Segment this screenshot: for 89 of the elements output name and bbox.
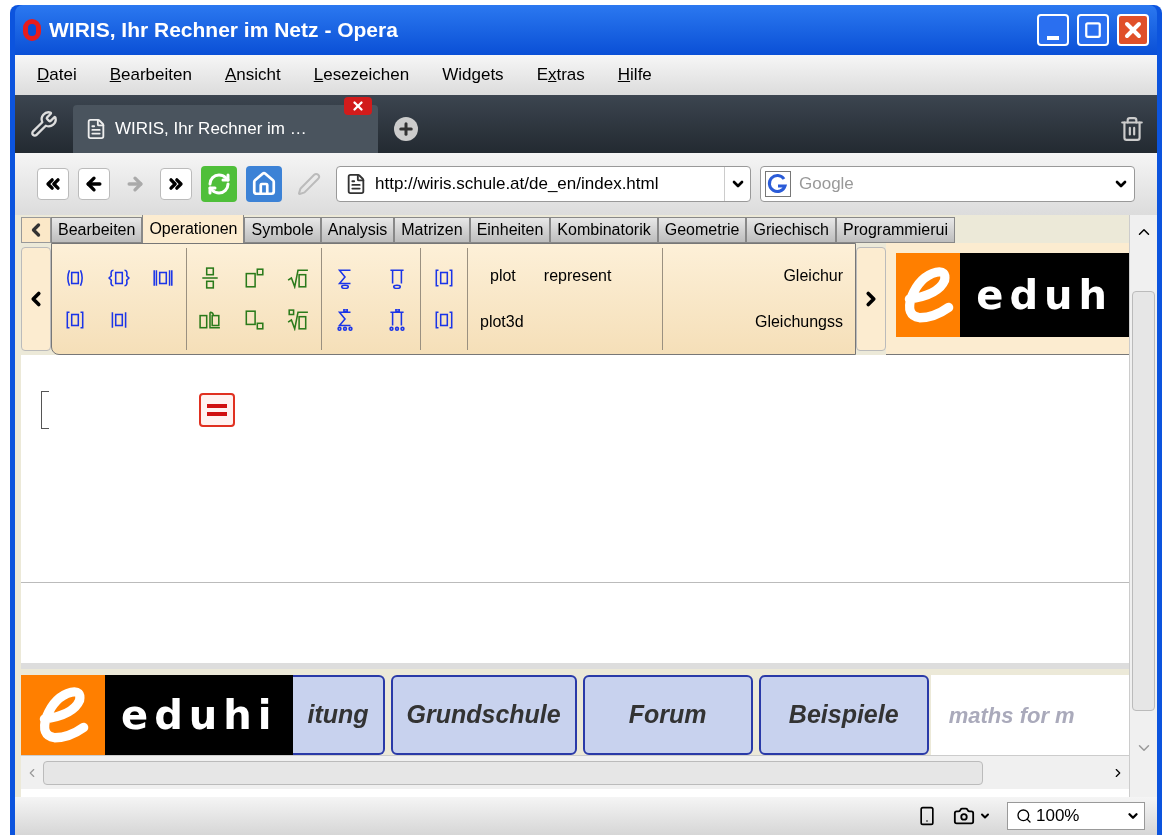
menu-item[interactable]: Lesezeichen (313, 62, 410, 88)
address-field[interactable]: http://wiris.schule.at/de_en/index.html (336, 166, 751, 202)
maximize-button[interactable] (1077, 14, 1109, 46)
div-template-icon[interactable] (199, 309, 221, 331)
camera-button[interactable] (953, 805, 991, 827)
reload-icon (207, 172, 231, 196)
nav-link[interactable]: Forum (582, 675, 753, 755)
nroot-template-icon[interactable] (287, 309, 309, 331)
formula-tab[interactable]: Analysis (320, 217, 395, 243)
command-button[interactable]: plot3d (480, 310, 524, 334)
pow-template-icon[interactable] (243, 267, 265, 289)
formula-tab[interactable]: Programmierui (836, 217, 955, 243)
logo-text: eduh (976, 275, 1113, 315)
forward-icon (125, 174, 145, 194)
close-icon (351, 99, 365, 113)
camera-icon (953, 805, 975, 827)
search-icon (1016, 808, 1032, 824)
bracket-template-icon[interactable] (64, 309, 86, 331)
command-button[interactable]: plot (490, 264, 516, 288)
opera-logo-icon (23, 19, 41, 41)
formula-tab[interactable]: Symbole (244, 217, 321, 243)
trash-icon (1119, 116, 1145, 142)
prodlim-template-icon[interactable] (386, 309, 408, 331)
home-button[interactable] (246, 166, 282, 202)
home-icon (251, 171, 277, 197)
minimize-button[interactable] (1037, 14, 1069, 46)
browser-tab[interactable]: WIRIS, Ihr Rechner im … (73, 105, 378, 153)
scrollbar-thumb[interactable] (1132, 291, 1155, 711)
formula-tab[interactable]: Operationen (142, 215, 245, 243)
tagline-text: maths for m (948, 701, 1075, 730)
wrench-icon (30, 110, 58, 138)
equals-icon (206, 402, 228, 418)
scrollbar-thumb[interactable] (43, 760, 983, 785)
formula-tab[interactable]: Bearbeiten (51, 217, 143, 243)
search-input[interactable]: Google (799, 171, 1100, 197)
minimize-icon (1047, 36, 1059, 40)
formula-tab[interactable]: Matrizen (394, 217, 470, 243)
scroll-left-button[interactable] (21, 247, 51, 351)
sumlim-template-icon[interactable] (334, 309, 356, 331)
scroll-right-button[interactable] (856, 247, 886, 351)
device-icon[interactable] (917, 806, 937, 826)
input-cursor-field[interactable] (41, 391, 49, 429)
formula-tab[interactable]: Kombinatorik (550, 217, 658, 243)
menu-item[interactable]: Hilfe (617, 62, 652, 88)
pen-icon (297, 172, 321, 196)
command-button[interactable]: Gleichur (783, 264, 843, 288)
equals-button[interactable] (199, 393, 235, 427)
formula-tab[interactable]: Griechisch (746, 217, 836, 243)
back-icon (84, 174, 104, 194)
tab-title: WIRIS, Ihr Rechner im … (115, 118, 307, 141)
maximize-icon (1084, 21, 1102, 39)
sub-template-icon[interactable] (243, 309, 265, 331)
page-icon (345, 173, 367, 195)
frac-template-icon[interactable] (199, 267, 221, 289)
brace-template-icon[interactable] (108, 267, 130, 289)
sqrt-template-icon[interactable] (287, 267, 309, 289)
nav-link[interactable]: Grundschule (390, 675, 577, 755)
scroll-left-button[interactable] (21, 217, 51, 243)
menu-item[interactable]: Bearbeiten (109, 62, 192, 88)
menu-item[interactable]: Datei (37, 62, 77, 88)
close-button[interactable] (1117, 14, 1149, 46)
rewind-button[interactable] (37, 168, 69, 200)
nav-link[interactable]: Beispiele (758, 675, 929, 755)
vertical-scrollbar[interactable] (1129, 215, 1157, 797)
close-tab-button[interactable] (344, 97, 372, 115)
back-button[interactable] (78, 168, 110, 200)
bracket-template-icon[interactable] (433, 267, 455, 289)
command-button[interactable]: represent (543, 264, 612, 288)
zoom-text: 100% (1036, 805, 1081, 828)
menu-item[interactable]: Ansicht (224, 62, 281, 88)
menu-item[interactable]: Extras (536, 62, 585, 88)
paren-template-icon[interactable] (64, 267, 86, 289)
page-icon (85, 118, 107, 140)
formula-tab[interactable]: Einheiten (469, 217, 551, 243)
command-button[interactable]: Gleichungss (754, 310, 843, 334)
search-engine-icon (765, 171, 791, 197)
menu-item[interactable]: Widgets (442, 62, 504, 88)
search-field[interactable]: Google (760, 166, 1135, 202)
plus-icon (397, 120, 415, 138)
bracket-template-icon[interactable] (433, 309, 455, 331)
address-text: http://wiris.schule.at/de_en/index.html (375, 173, 660, 196)
nav-link[interactable]: itung (293, 675, 385, 755)
zoom-field[interactable]: 100% (1007, 802, 1145, 830)
fast-forward-button[interactable] (160, 168, 192, 200)
formula-tab[interactable]: Geometrie (657, 217, 747, 243)
norm-template-icon[interactable] (152, 267, 174, 289)
horizontal-scrollbar[interactable] (21, 755, 1129, 789)
window-title: WIRIS, Ihr Rechner im Netz - Opera (49, 17, 399, 44)
logo-text: eduhi (121, 695, 278, 735)
